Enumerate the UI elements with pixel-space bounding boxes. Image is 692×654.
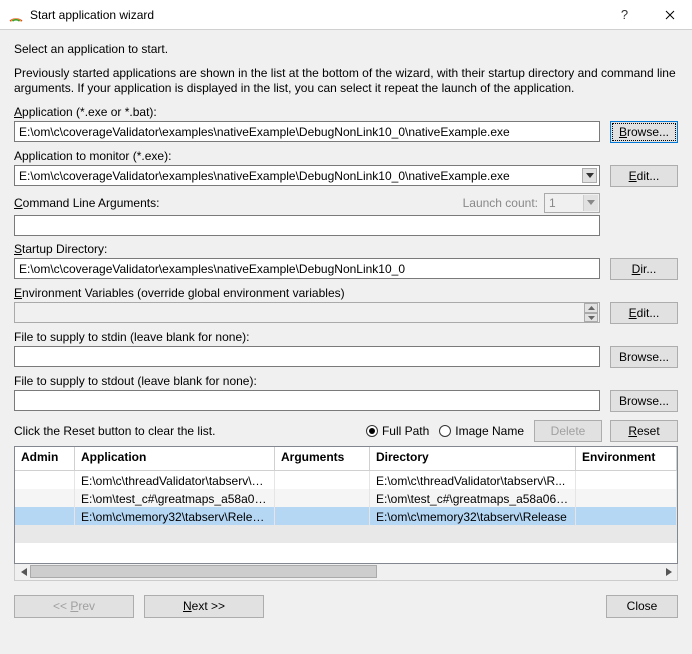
close-window-button[interactable] [647,0,692,30]
chevron-down-icon [583,195,598,211]
startup-dir-button[interactable]: Dir... [610,258,678,280]
launch-count-combo[interactable]: 1 [544,193,600,213]
launch-count-label: Launch count: [463,196,538,210]
reset-button[interactable]: Reset [610,420,678,442]
wizard-footer: << Prev Next >> Close [14,595,678,618]
col-dir[interactable]: Directory [370,447,576,470]
env-input[interactable] [14,302,600,323]
radio-image-name[interactable]: Image Name [439,424,524,438]
env-edit-button[interactable]: Edit... [610,302,678,324]
table-row[interactable]: E:\om\c\memory32\tabserv\Releas...E:\om\… [15,507,677,525]
stdin-label: File to supply to stdin (leave blank for… [14,330,678,344]
scroll-thumb[interactable] [30,565,377,578]
monitor-combo[interactable]: E:\om\c\coverageValidator\examples\nativ… [14,165,600,186]
grid-header: Admin Application Arguments Directory En… [15,447,677,471]
next-button[interactable]: Next >> [144,595,264,618]
stdin-browse-button[interactable]: Browse... [610,346,678,368]
col-admin[interactable]: Admin [15,447,75,470]
env-spinner[interactable] [584,303,598,322]
stdin-input[interactable] [14,346,600,367]
args-input[interactable] [14,215,600,236]
content-area: Select an application to start. Previous… [0,30,692,628]
application-label: Application (*.exe or *.bat): [14,105,678,119]
monitor-label: Application to monitor (*.exe): [14,149,678,163]
scroll-right-icon[interactable] [660,564,677,580]
radio-full-path[interactable]: Full Path [366,424,429,438]
stdout-label: File to supply to stdout (leave blank fo… [14,374,678,388]
delete-button[interactable]: Delete [534,420,602,442]
startup-label: Startup Directory: [14,242,678,256]
table-row [15,525,677,543]
intro-line2: Previously started applications are show… [14,66,678,97]
title-bar: Start application wizard ? [0,0,692,30]
history-list-area: Click the Reset button to clear the list… [14,420,678,581]
col-args[interactable]: Arguments [275,447,370,470]
reset-hint: Click the Reset button to clear the list… [14,424,366,438]
history-grid[interactable]: Admin Application Arguments Directory En… [14,446,678,564]
horizontal-scrollbar[interactable] [14,564,678,581]
chevron-down-icon[interactable] [582,168,597,183]
application-input[interactable] [14,121,600,142]
table-row[interactable]: E:\om\c\threadValidator\tabserv\R...E:\o… [15,471,677,489]
col-env[interactable]: Environment [576,447,677,470]
env-label: Environment Variables (override global e… [14,286,678,300]
application-browse-button[interactable]: Browse... [610,121,678,143]
args-label: Command Line Arguments: [14,196,463,210]
stdout-input[interactable] [14,390,600,411]
monitor-edit-button[interactable]: Edit... [610,165,678,187]
help-button[interactable]: ? [602,0,647,30]
col-app[interactable]: Application [75,447,275,470]
stdout-browse-button[interactable]: Browse... [610,390,678,412]
intro-line1: Select an application to start. [14,42,678,58]
close-button[interactable]: Close [606,595,678,618]
prev-button[interactable]: << Prev [14,595,134,618]
window-title: Start application wizard [30,8,602,22]
intro-text: Select an application to start. Previous… [14,42,678,97]
startup-input[interactable] [14,258,600,279]
table-row[interactable]: E:\om\test_c#\greatmaps_a58a0604...E:\om… [15,489,677,507]
app-icon [8,7,24,23]
